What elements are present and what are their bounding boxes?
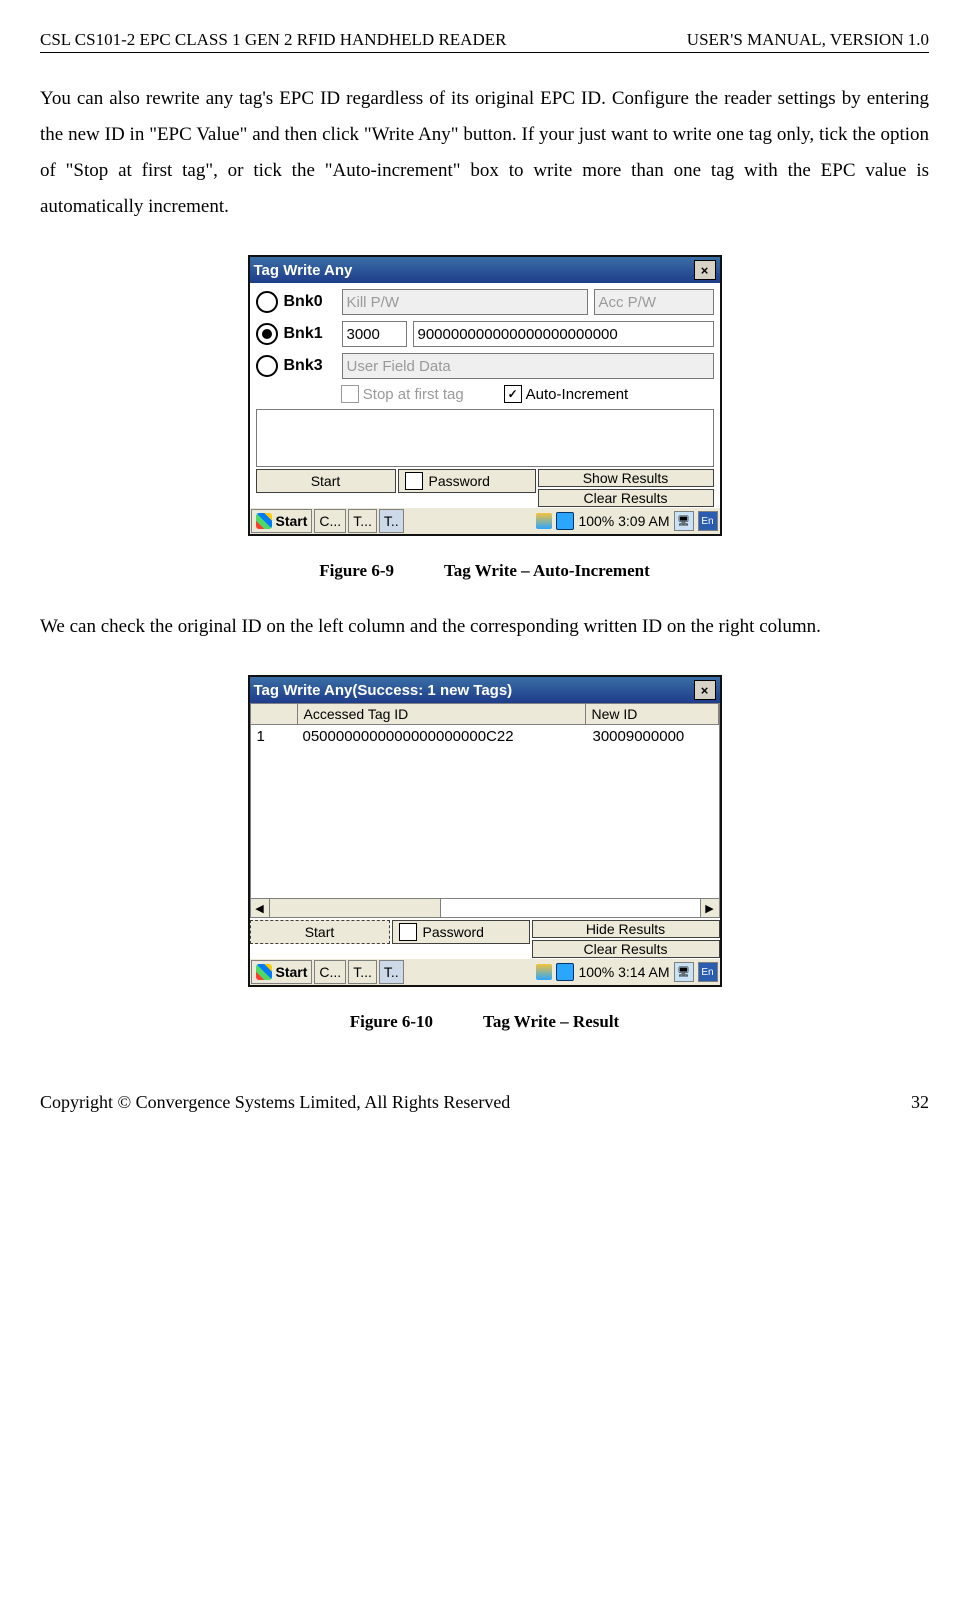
password-checkbox[interactable]: [399, 923, 417, 941]
task-t2[interactable]: T..: [379, 960, 404, 984]
window-title: Tag Write Any(Success: 1 new Tags): [254, 682, 513, 699]
col-new-id: New ID: [586, 704, 719, 724]
bnk0-radio[interactable]: [256, 291, 278, 313]
battery-icon: [556, 512, 574, 530]
page-number: 32: [911, 1092, 929, 1113]
auto-increment-label: Auto-Increment: [526, 386, 629, 403]
bnk3-label: Bnk3: [284, 357, 336, 375]
close-icon[interactable]: ×: [694, 260, 716, 280]
clock: 100% 3:09 AM: [578, 513, 669, 529]
table-row[interactable]: 1 0500000000000000000000C22 30009000000: [251, 725, 719, 748]
start-button[interactable]: Start: [250, 920, 390, 944]
bnk1-radio[interactable]: [256, 323, 278, 345]
header-left: CSL CS101-2 EPC CLASS 1 GEN 2 RFID HANDH…: [40, 30, 506, 50]
kill-pw-field: Kill P/W: [342, 289, 588, 315]
windows-flag-icon: [256, 964, 272, 980]
hide-results-button[interactable]: Hide Results: [532, 920, 720, 938]
password-label: Password: [429, 473, 490, 489]
start-menu-button[interactable]: Start: [251, 960, 313, 984]
clear-results-button[interactable]: Clear Results: [538, 489, 714, 507]
acc-pw-field: Acc P/W: [594, 289, 714, 315]
window-title: Tag Write Any: [254, 262, 353, 279]
bnk1-label: Bnk1: [284, 325, 336, 343]
figure-6-10-caption: Figure 6-10Tag Write – Result: [40, 1012, 929, 1032]
clock: 100% 3:14 AM: [578, 964, 669, 980]
scroll-right-icon[interactable]: ▶: [700, 899, 719, 917]
bnk3-radio[interactable]: [256, 355, 278, 377]
horizontal-scrollbar[interactable]: ◀ ▶: [250, 898, 720, 918]
auto-increment-checkbox[interactable]: ✓: [504, 385, 522, 403]
paragraph-1: You can also rewrite any tag's EPC ID re…: [40, 81, 929, 225]
col-accessed-tag-id: Accessed Tag ID: [298, 704, 586, 724]
password-checkbox[interactable]: [405, 472, 423, 490]
stop-first-tag-checkbox: [341, 385, 359, 403]
copyright: Copyright © Convergence Systems Limited,…: [40, 1092, 510, 1113]
task-t1[interactable]: T...: [348, 509, 377, 533]
task-c[interactable]: C...: [314, 960, 346, 984]
user-field-input: User Field Data: [342, 353, 714, 379]
stop-first-tag-label: Stop at first tag: [363, 386, 464, 403]
clear-results-button[interactable]: Clear Results: [532, 940, 720, 958]
desktop-icon[interactable]: 🖥: [674, 511, 694, 531]
page-footer: Copyright © Convergence Systems Limited,…: [40, 1092, 929, 1113]
epc-prefix-input[interactable]: 3000: [342, 321, 407, 347]
battery-icon: [556, 963, 574, 981]
table-empty-area: [250, 748, 720, 898]
result-table-header: Accessed Tag ID New ID: [250, 703, 720, 725]
network-icon: [536, 513, 552, 529]
password-label: Password: [423, 924, 484, 940]
close-icon[interactable]: ×: [694, 680, 716, 700]
page-header: CSL CS101-2 EPC CLASS 1 GEN 2 RFID HANDH…: [40, 30, 929, 53]
task-c[interactable]: C...: [314, 509, 346, 533]
start-button[interactable]: Start: [256, 469, 396, 493]
paragraph-2: We can check the original ID on the left…: [40, 609, 929, 645]
show-results-button[interactable]: Show Results: [538, 469, 714, 487]
scroll-left-icon[interactable]: ◀: [251, 899, 270, 917]
tag-list-area: [256, 409, 714, 467]
task-t2[interactable]: T..: [379, 509, 404, 533]
epc-value-input[interactable]: 900000000000000000000000: [413, 321, 714, 347]
password-button[interactable]: Password: [392, 920, 530, 944]
header-right: USER'S MANUAL, VERSION 1.0: [687, 30, 929, 50]
tag-write-result-window: Tag Write Any(Success: 1 new Tags) × Acc…: [248, 675, 722, 987]
taskbar: Start C... T... T.. 100% 3:09 AM 🖥 En: [250, 507, 720, 534]
bnk0-label: Bnk0: [284, 293, 336, 311]
network-icon: [536, 964, 552, 980]
scroll-thumb[interactable]: [270, 899, 441, 917]
taskbar: Start C... T... T.. 100% 3:14 AM 🖥 En: [250, 958, 720, 985]
password-button[interactable]: Password: [398, 469, 536, 493]
sip-icon[interactable]: En: [698, 962, 718, 982]
desktop-icon[interactable]: 🖥: [674, 962, 694, 982]
task-t1[interactable]: T...: [348, 960, 377, 984]
tag-write-any-window: Tag Write Any × Bnk0 Kill P/W Acc P/W Bn…: [248, 255, 722, 536]
start-menu-button[interactable]: Start: [251, 509, 313, 533]
windows-flag-icon: [256, 513, 272, 529]
sip-icon[interactable]: En: [698, 511, 718, 531]
figure-6-9-caption: Figure 6-9Tag Write – Auto-Increment: [40, 561, 929, 581]
